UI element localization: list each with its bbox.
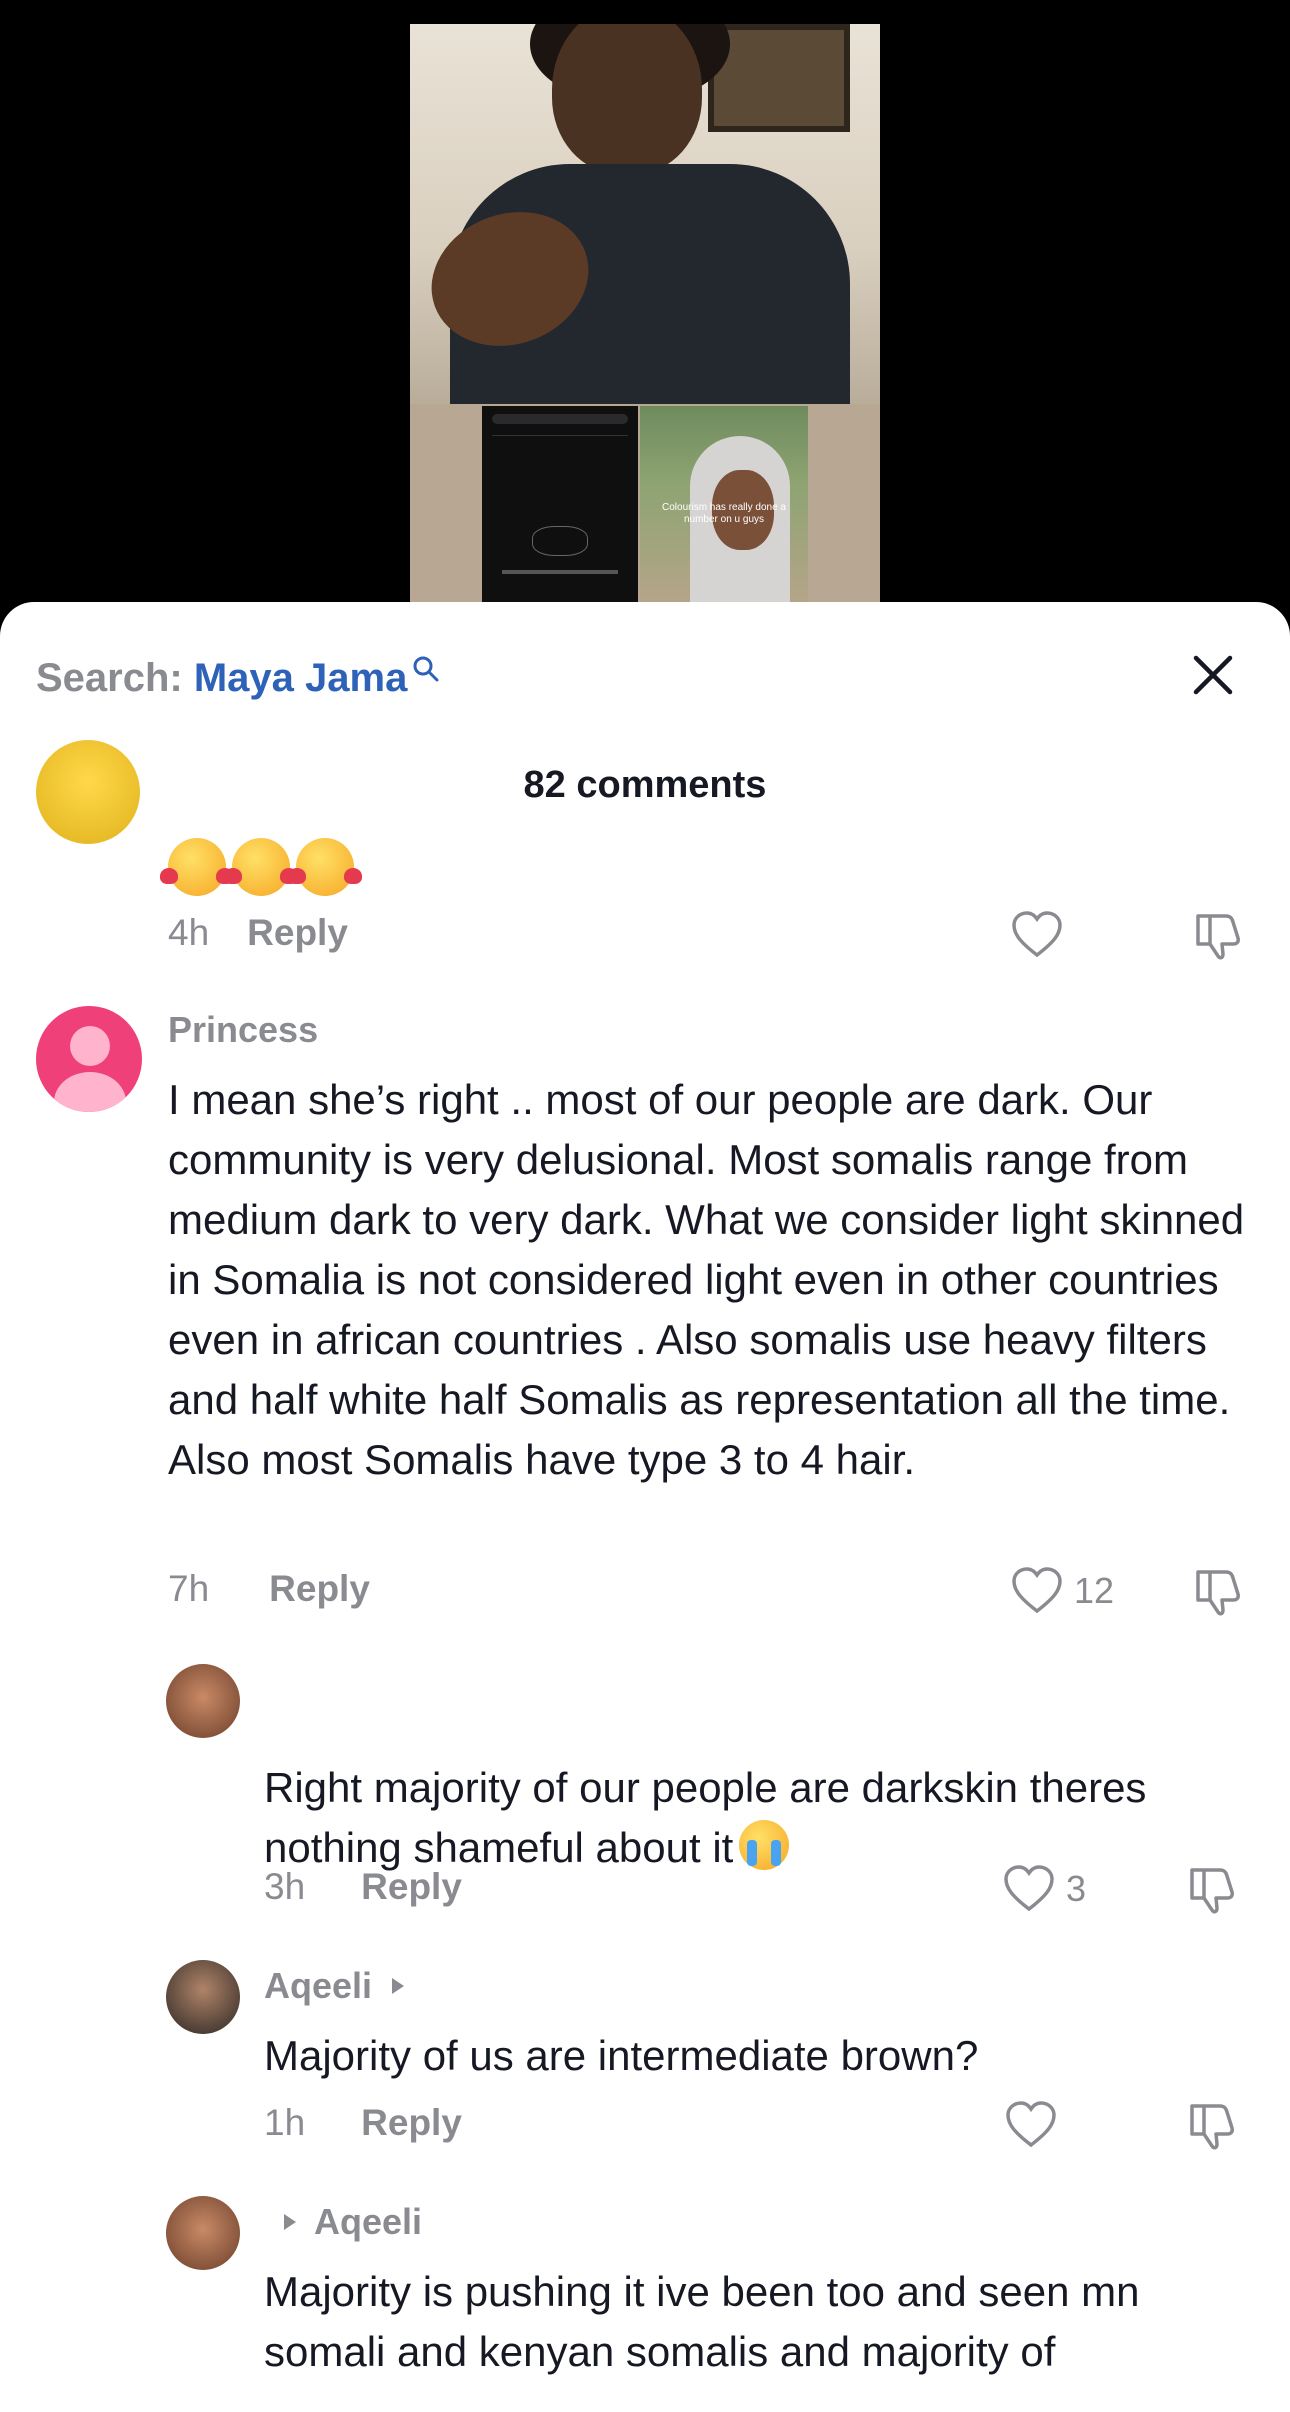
like-button[interactable] [1004, 2100, 1058, 2150]
reply-button[interactable]: Reply [361, 2098, 462, 2148]
avatar[interactable] [166, 1960, 240, 2034]
dislike-icon[interactable] [1192, 908, 1246, 962]
reply-username[interactable]: Aqeeli [280, 2200, 422, 2244]
search-suggestion[interactable]: Search: Maya Jama [36, 648, 441, 708]
reply-meta: 3h Reply [264, 1862, 462, 1912]
loudly-crying-face-icon [739, 1820, 790, 1870]
comment-meta: 7h Reply [168, 1564, 370, 1614]
dislike-icon[interactable] [1186, 1862, 1240, 1916]
avatar[interactable] [166, 2196, 240, 2270]
like-button[interactable]: 12 [1010, 1566, 1114, 1616]
smiling-face-with-hearts-icon [224, 838, 298, 896]
comment-time: 4h [168, 912, 210, 953]
like-count: 12 [1074, 1570, 1115, 1611]
heart-icon [1006, 2101, 1056, 2148]
comment-username[interactable]: Princess [168, 1008, 318, 1052]
embedded-screenshot-video: Colourism has really done a number on u … [640, 406, 808, 604]
embedded-screenshot-search [482, 406, 638, 604]
comment-text: I mean she’s right .. most of our people… [168, 1076, 1245, 1483]
reply-time: 3h [264, 1866, 306, 1907]
like-count: 3 [1066, 1868, 1087, 1909]
avatar[interactable] [166, 1664, 240, 1738]
reply-text-content: Right majority of our people are darkski… [264, 1764, 1147, 1871]
reply-text: Majority is pushing it ive been too and … [264, 2268, 1140, 2375]
comments-sheet: Search: Maya Jama 82 comments 4h Reply P… [0, 602, 1290, 2412]
comment-count: 82 comments [523, 764, 767, 806]
reply-button[interactable]: Reply [247, 908, 348, 958]
video-player[interactable]: Colourism has really done a number on u … [0, 0, 1290, 620]
search-prefix-label: Search: [36, 656, 194, 700]
reply-username-label: Aqeeli [264, 1965, 373, 2006]
close-icon[interactable] [1190, 652, 1236, 698]
reply-button[interactable]: Reply [361, 1862, 462, 1912]
reply-meta: 1h Reply [264, 2098, 462, 2148]
reply-text: Majority of us are intermediate brown? [264, 2032, 979, 2079]
heart-icon [1012, 911, 1062, 958]
triangle-right-icon [284, 2214, 296, 2230]
heart-icon [1012, 1567, 1062, 1614]
dislike-icon[interactable] [1186, 2098, 1240, 2152]
search-icon [413, 656, 439, 682]
reply-username-label: Aqeeli [314, 2201, 423, 2242]
comment-meta: 4h Reply [168, 908, 348, 958]
avatar[interactable] [36, 740, 140, 844]
like-button[interactable]: 3 [1002, 1864, 1086, 1914]
search-query-link[interactable]: Maya Jama [194, 648, 407, 708]
like-button[interactable] [1010, 910, 1064, 960]
reply-time: 1h [264, 2102, 306, 2143]
video-frame: Colourism has really done a number on u … [410, 24, 880, 604]
avatar[interactable] [36, 1006, 142, 1112]
smiling-face-with-hearts-icon [160, 838, 234, 896]
triangle-right-icon [392, 1978, 405, 1994]
dislike-icon[interactable] [1192, 1564, 1246, 1618]
smiling-face-with-hearts-icon [288, 838, 362, 896]
embedded-video-caption: Colourism has really done a number on u … [662, 502, 786, 525]
reply-username[interactable]: Aqeeli [264, 1964, 408, 2008]
comment-time: 7h [168, 1568, 210, 1609]
heart-icon [1004, 1865, 1054, 1912]
reply-button[interactable]: Reply [269, 1564, 370, 1614]
reply-text: Right majority of our people are darkski… [264, 1758, 1244, 1878]
comment-emoji-row [160, 838, 362, 896]
speaker-head [552, 24, 702, 174]
